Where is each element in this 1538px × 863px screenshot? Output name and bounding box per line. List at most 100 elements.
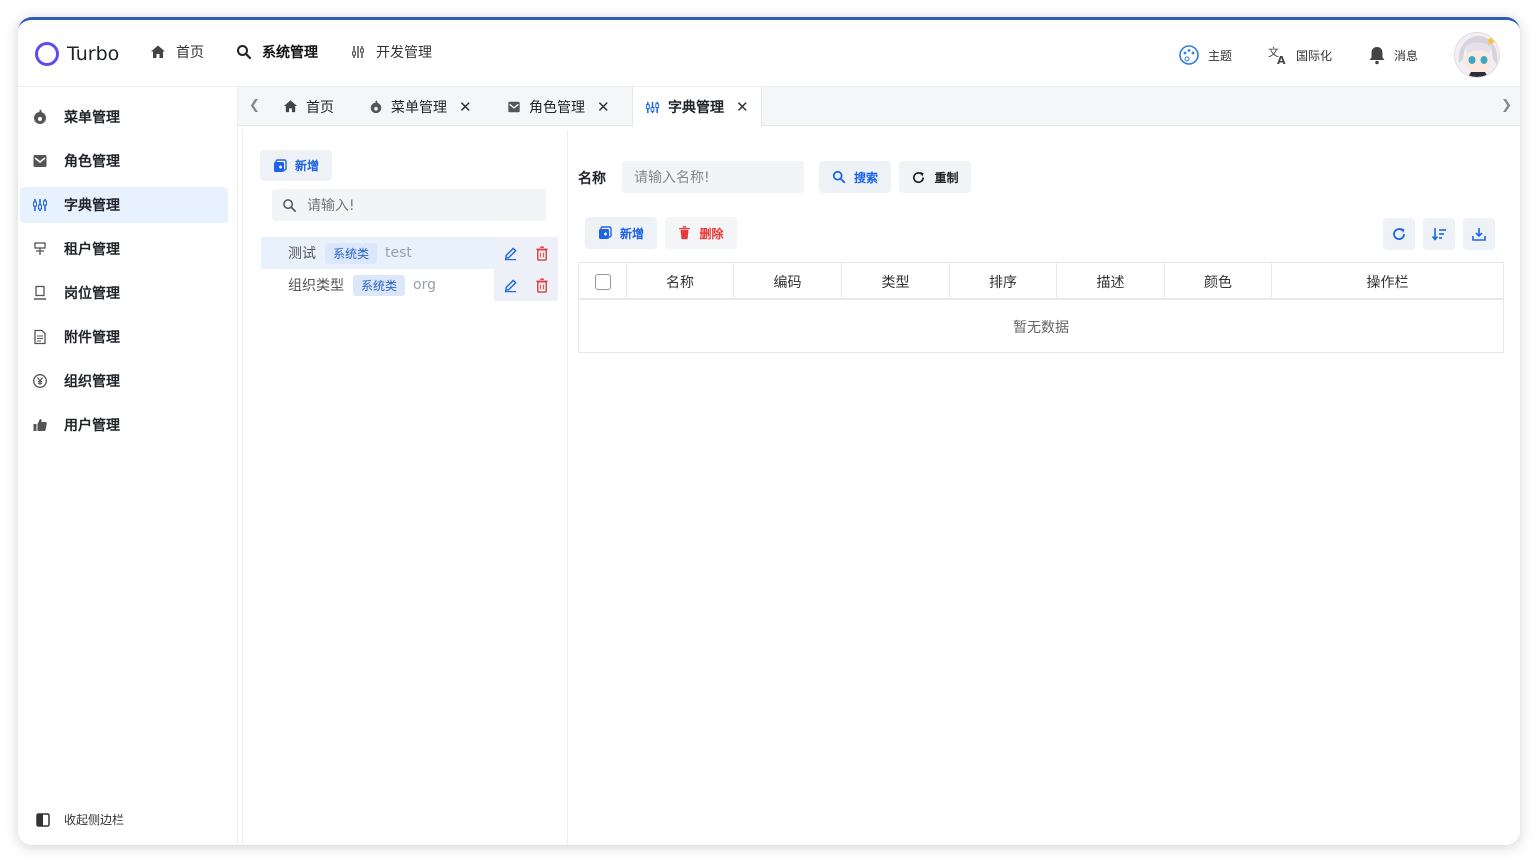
- theme-label: 主题: [1207, 48, 1232, 63]
- add-icon: [598, 226, 612, 239]
- mail-icon: [32, 153, 48, 169]
- sidebar-item-menu[interactable]: 菜单管理: [20, 99, 228, 135]
- close-icon[interactable]: ✕: [736, 98, 749, 116]
- messages-button[interactable]: 消息: [1368, 45, 1418, 65]
- refresh-icon: [913, 171, 925, 183]
- dict-data-table: 名称 编码 类型 排序 描述 颜色 操作栏 暂无数据: [578, 262, 1504, 353]
- app-name: Turbo: [67, 43, 120, 65]
- sidebar-item-label: 菜单管理: [64, 110, 120, 126]
- svg-text:A: A: [1277, 54, 1286, 65]
- add-label: 新增: [294, 159, 319, 173]
- delete-icon[interactable]: [526, 269, 558, 301]
- tab-home[interactable]: 首页: [283, 87, 334, 126]
- edit-icon[interactable]: [494, 269, 526, 301]
- add-label: 新增: [619, 226, 644, 241]
- name-filter-input[interactable]: 请输入名称!: [622, 161, 804, 193]
- search-icon: [237, 45, 252, 60]
- add-dict-data-button[interactable]: 新增: [585, 217, 657, 249]
- sidebar-item-label: 附件管理: [64, 330, 120, 346]
- item-code: test: [385, 245, 412, 261]
- translate-icon: 文A: [1268, 45, 1286, 65]
- top-header: Turbo 首页 系统管理 开发管理 主题 文A 国际化 消息: [18, 20, 1520, 87]
- file-icon: [32, 329, 48, 345]
- sidebar-item-attachment[interactable]: 附件管理: [20, 319, 228, 355]
- search-button[interactable]: 搜索: [819, 161, 891, 193]
- refresh-icon: [1393, 228, 1405, 240]
- item-name: 组织类型: [288, 278, 344, 294]
- sidebar-item-user[interactable]: 用户管理: [20, 407, 228, 443]
- tree-search-input[interactable]: 请输入!: [272, 189, 546, 221]
- bell-icon: [1369, 47, 1385, 65]
- column-header[interactable]: 编码: [734, 263, 842, 300]
- sort-button[interactable]: [1423, 218, 1455, 250]
- topnav-home[interactable]: 首页: [150, 42, 204, 62]
- item-code: org: [413, 277, 436, 293]
- list-item[interactable]: 测试 系统类 test: [261, 237, 558, 269]
- row-actions: [494, 269, 558, 301]
- i18n-label: 国际化: [1295, 48, 1332, 63]
- close-icon[interactable]: ✕: [597, 98, 610, 116]
- dictionary-icon: [32, 197, 48, 213]
- column-header[interactable]: 颜色: [1165, 263, 1272, 300]
- sidebar-item-tenant[interactable]: 租户管理: [20, 231, 228, 267]
- collapse-sidebar-button[interactable]: 收起侧边栏: [36, 811, 124, 828]
- list-item[interactable]: 组织类型 系统类 org: [261, 269, 558, 301]
- item-name: 测试: [288, 246, 316, 262]
- refresh-table-button[interactable]: [1383, 218, 1415, 250]
- sidebar-toggle-icon: [36, 812, 50, 827]
- home-icon: [151, 45, 165, 58]
- sidebar-item-dict[interactable]: 字典管理: [20, 187, 228, 223]
- trash-icon: [679, 226, 691, 240]
- column-header[interactable]: 操作栏: [1272, 263, 1503, 300]
- export-button[interactable]: [1463, 218, 1495, 250]
- tab-dict[interactable]: 字典管理 ✕: [632, 87, 762, 127]
- logo[interactable]: Turbo: [35, 42, 119, 66]
- column-header[interactable]: 名称: [627, 263, 734, 300]
- messages-label: 消息: [1393, 48, 1418, 63]
- sidebar: 菜单管理 角色管理 字典管理 租户管理 岗位管理 附件管理 组织管理 用户管理: [18, 87, 238, 845]
- tab-role[interactable]: 角色管理 ✕: [507, 87, 610, 126]
- i18n-button[interactable]: 文A 国际化: [1268, 45, 1332, 65]
- home-icon: [283, 100, 298, 113]
- tabs-scroll-left-icon[interactable]: ❮: [249, 98, 260, 113]
- sidebar-item-label: 租户管理: [64, 242, 120, 258]
- sidebar-item-post[interactable]: 岗位管理: [20, 275, 228, 311]
- column-header[interactable]: 描述: [1057, 263, 1165, 300]
- tabs-bar: ❮ 首页 菜单管理 ✕ 角色管理 ✕ 字典管理 ✕ ❯: [238, 87, 1520, 127]
- tab-menu[interactable]: 菜单管理 ✕: [369, 87, 472, 126]
- filter-label: 名称: [578, 171, 606, 187]
- column-header[interactable]: 类型: [842, 263, 950, 300]
- tenant-icon: [32, 241, 48, 257]
- topnav-home-label: 首页: [176, 45, 204, 61]
- theme-button[interactable]: 主题: [1178, 44, 1232, 66]
- topnav-dev[interactable]: 开发管理: [350, 42, 432, 62]
- dict-type-panel: 新增 请输入! 测试 系统类 test 组织类型 系统类 org: [243, 130, 568, 845]
- select-all-checkbox[interactable]: [594, 273, 611, 290]
- table-header: 名称 编码 类型 排序 描述 颜色 操作栏: [579, 263, 1503, 300]
- header-actions: 主题 文A 国际化 消息: [1178, 32, 1500, 78]
- delete-button[interactable]: 删除: [665, 217, 737, 249]
- app-window: Turbo 首页 系统管理 开发管理 主题 文A 国际化 消息 菜单管理 角色管…: [18, 17, 1520, 845]
- delete-icon[interactable]: [526, 237, 558, 269]
- fire-icon: [32, 109, 48, 125]
- tab-label: 角色管理: [529, 99, 585, 116]
- column-header[interactable]: 排序: [950, 263, 1057, 300]
- edit-icon[interactable]: [494, 237, 526, 269]
- dictionary-icon: [645, 101, 660, 113]
- avatar-image: [1455, 33, 1499, 77]
- sidebar-item-role[interactable]: 角色管理: [20, 143, 228, 179]
- tabs-scroll-right-icon[interactable]: ❯: [1501, 98, 1512, 113]
- search-label: 搜索: [853, 170, 878, 185]
- tab-label: 字典管理: [668, 100, 724, 116]
- close-icon[interactable]: ✕: [459, 98, 472, 116]
- topnav-dev-label: 开发管理: [376, 45, 432, 61]
- thumbs-up-icon: [32, 417, 48, 433]
- topnav-system[interactable]: 系统管理: [236, 42, 318, 62]
- search-placeholder: 请输入!: [307, 198, 355, 214]
- reset-button[interactable]: 重制: [899, 161, 971, 193]
- sidebar-item-org[interactable]: 组织管理: [20, 363, 228, 399]
- type-tag: 系统类: [325, 242, 378, 264]
- sidebar-item-label: 角色管理: [64, 154, 120, 170]
- user-avatar[interactable]: [1454, 32, 1500, 78]
- add-dict-type-button[interactable]: 新增: [260, 150, 332, 181]
